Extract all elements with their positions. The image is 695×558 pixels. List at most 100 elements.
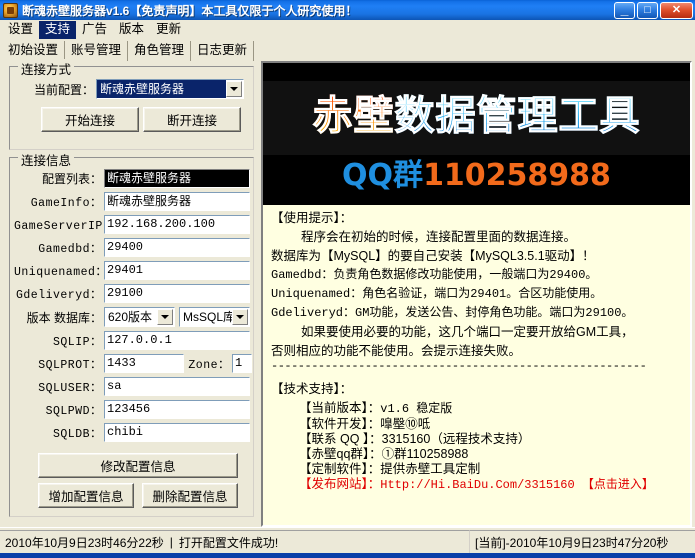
sqluser-label: SQLUSER： [14,379,102,395]
uniquenamed-input[interactable]: 29401 [104,261,250,280]
current-config-label: 当前配置： [18,81,94,98]
sqlip-input[interactable]: 127.0.0.1 [104,331,250,350]
help-text: 【使用提示】： 程序会在初始的时候，连接配置里面的数据连接。 数据库为【MySQ… [263,205,690,493]
banner-qq-number: 110258988 [423,158,611,193]
menu-item-update[interactable]: 更新 [150,21,187,39]
window-title: 断魂赤壁服务器v1.6【免责声明】本工具仅限于个人研究使用！ [22,2,614,19]
menu-item-version[interactable]: 版本 [113,21,150,39]
delete-config-button[interactable]: 删除配置信息 [142,483,238,508]
close-icon: ✕ [661,3,692,18]
support-key-custom: 【定制软件】： [299,462,380,476]
status-left: 2010年10月9日23时46分22秒 | 打开配置文件成功! [0,530,469,553]
tab-account-management[interactable]: 账号管理 [64,41,127,61]
support-item-qqgroup: 【赤壁qq群】：①群110258988 [299,447,684,462]
tab-role-management[interactable]: 角色管理 [127,41,190,61]
support-list: 【当前版本】：v1.6 稳定版 【软件开发】：嘷壂⑩呧 【联系 QQ 】：331… [271,401,684,493]
window-bottom-edge [0,553,695,558]
connection-method-group: 连接方式 当前配置： 断魂赤壁服务器 开始连接 断开连接 [9,66,254,150]
gameserverip-input[interactable]: 192.168.200.100 [104,215,250,234]
app-window: 断魂赤壁服务器v1.6【免责声明】本工具仅限于个人研究使用！ _ □ ✕ 设置 … [0,0,695,558]
connection-info-group: 连接信息 配置列表： 断魂赤壁服务器 GameInfo： 断魂赤壁服务器 Gam… [9,157,254,517]
status-right: [当前]-2010年10月9日23时47分20秒 [469,530,695,553]
chevron-down-icon[interactable] [232,309,248,325]
modify-config-button[interactable]: 修改配置信息 [38,453,238,478]
database-combo[interactable]: MsSQL库 [179,307,250,327]
support-key-version: 【当前版本】： [299,401,380,415]
gdeliveryd-input[interactable]: 29100 [104,284,250,303]
sqldb-label: SQLDB： [14,425,102,441]
menu-item-support[interactable]: 支持 [39,21,76,39]
help-tips-heading: 【使用提示】： [271,209,684,228]
version-combo[interactable]: 620版本 [104,307,175,327]
support-key-website: 【发布网站】： [299,477,380,491]
connection-info-legend: 连接信息 [18,150,74,169]
sqlpwd-input[interactable]: 123456 [104,400,250,419]
support-item-developer: 【软件开发】：嘷壂⑩呧 [299,417,684,432]
support-item-version: 【当前版本】：v1.6 稳定版 [299,401,684,417]
version-db-label: 版本 数据库： [14,309,102,326]
config-list-value[interactable]: 断魂赤壁服务器 [104,169,250,188]
gameserverip-label: GameServerIP： [14,217,102,233]
tab-log-update[interactable]: 日志更新 [190,41,254,61]
help-line-uniquenamed: Uniquenamed：角色名验证，端口为29401。合区功能使用。 [271,285,684,304]
tab-strip: 初始设置 账号管理 角色管理 日志更新 [0,39,695,61]
close-button[interactable]: ✕ [660,2,693,19]
zone-label: Zone： [188,356,230,372]
sqldb-input[interactable]: chibi [104,423,250,442]
support-value-custom: 提供赤壁工具定制 [380,462,480,476]
disconnect-button[interactable]: 断开连接 [143,107,241,132]
help-line-ports: 如果要使用必要的功能，这几个端口一定要开放给GM工具， [271,323,684,342]
support-item-website[interactable]: 【发布网站】：Http://Hi.BaiDu.Com/3315160 【点击进入… [299,477,684,493]
maximize-button[interactable]: □ [637,2,658,19]
status-message: 打开配置文件成功! [179,534,278,551]
sqluser-input[interactable]: sa [104,377,250,396]
connection-method-legend: 连接方式 [18,59,74,78]
sqlip-label: SQLIP： [14,333,102,349]
app-icon [3,3,18,18]
database-value: MsSQL库 [180,308,232,326]
status-time: 2010年10月9日23时46分22秒 [5,534,164,551]
gameinfo-input[interactable]: 断魂赤壁服务器 [104,192,250,211]
menu-item-ads[interactable]: 广告 [76,21,113,39]
promo-banner: 赤壁数据管理工具 QQ群110258988 [263,63,690,205]
current-config-value: 断魂赤壁服务器 [97,80,226,98]
status-bar: 2010年10月9日23时46分22秒 | 打开配置文件成功! [当前]-201… [0,527,695,553]
minimize-button[interactable]: _ [614,2,635,19]
support-item-qq: 【联系 QQ 】：3315160（远程技术支持） [299,432,684,447]
gamedbd-input[interactable]: 29400 [104,238,250,257]
banner-title-part1: 赤壁 [313,93,395,139]
support-value-developer: 嘷壂⑩呧 [380,417,430,431]
zone-input[interactable]: 1 [232,354,252,373]
uniquenamed-label: Uniquenamed： [14,263,102,279]
help-spacer [271,372,684,380]
tab-initial-settings[interactable]: 初始设置 [2,41,64,61]
support-value-qq: 3315160（远程技术支持） [382,432,531,446]
banner-qq: QQ群110258988 [263,156,690,196]
maximize-icon: □ [638,3,657,18]
sqlprot-input[interactable]: 1433 [104,354,184,373]
banner-qq-label: QQ群 [342,158,423,193]
support-value-qqgroup: ①群110258988 [382,447,469,461]
sqlpwd-label: SQLPWD： [14,402,102,418]
help-line-mysql: 数据库为【MySQL】的要自己安装【MySQL3.5.1驱动】！ [271,247,684,266]
support-heading: 【技术支持】： [271,380,684,399]
version-value: 620版本 [105,308,157,326]
current-config-combo[interactable]: 断魂赤壁服务器 [96,79,244,99]
menu-item-settings[interactable]: 设置 [2,21,39,39]
chevron-down-icon[interactable] [157,309,173,325]
menu-bar: 设置 支持 广告 版本 更新 [0,20,695,39]
chevron-down-icon[interactable] [226,81,242,97]
help-line-gamedbd: Gamedbd：负责角色数据修改功能使用，一般端口为29400。 [271,266,684,285]
gdeliveryd-label: Gdeliveryd： [14,286,102,302]
support-value-version: v1.6 稳定版 [380,402,452,416]
start-connect-button[interactable]: 开始连接 [41,107,139,132]
add-config-button[interactable]: 增加配置信息 [38,483,134,508]
help-line-gdeliveryd: Gdeliveryd：GM功能，发送公告、封停角色功能。端口为29100。 [271,304,684,323]
status-separator: | [170,535,173,549]
support-key-qqgroup: 【赤壁qq群】： [299,447,382,461]
support-key-developer: 【软件开发】： [299,417,380,431]
help-line-init: 程序会在初始的时候，连接配置里面的数据连接。 [271,228,684,247]
minimize-icon: _ [615,3,634,18]
title-bar: 断魂赤壁服务器v1.6【免责声明】本工具仅限于个人研究使用！ _ □ ✕ [0,0,695,20]
support-value-website[interactable]: Http://Hi.BaiDu.Com/3315160 【点击进入】 [380,478,654,492]
